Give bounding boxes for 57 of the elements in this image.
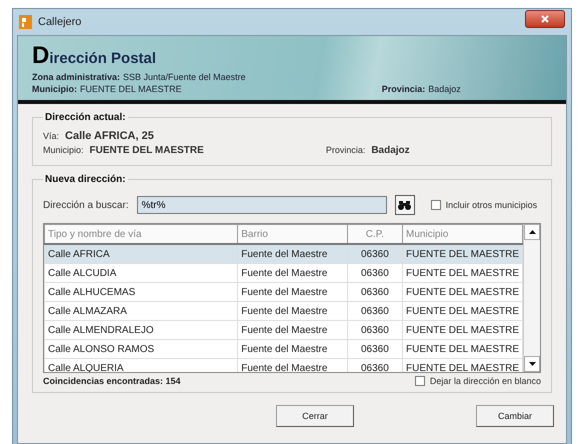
table-cell[interactable]: 06360: [347, 282, 403, 302]
dialog-button[interactable]: Cerrar: [276, 405, 354, 427]
table-cell[interactable]: FUENTE DEL MAESTRE: [402, 264, 522, 282]
table-cell[interactable]: FUENTE DEL MAESTRE: [402, 320, 522, 340]
table-cell[interactable]: Calle ALONSO RAMOS: [44, 340, 238, 358]
field-value: Badajoz: [428, 84, 461, 94]
dialog-button[interactable]: Cambiar: [476, 405, 554, 427]
table-cell[interactable]: FUENTE DEL MAESTRE: [402, 302, 522, 320]
field-label: Provincia:: [382, 84, 426, 94]
table-cell[interactable]: FUENTE DEL MAESTRE: [402, 340, 522, 358]
field-label: Municipio:: [32, 84, 77, 94]
table-cell[interactable]: 06360: [347, 244, 403, 264]
field-value: FUENTE DEL MAESTRE: [80, 84, 182, 94]
table-cell[interactable]: Fuente del Maestre: [238, 282, 348, 302]
table-cell[interactable]: FUENTE DEL MAESTRE: [402, 282, 522, 302]
table-cell[interactable]: Calle ALHUCEMAS: [44, 282, 238, 302]
checkbox[interactable]: [430, 200, 441, 210]
group-title: Nueva dirección:: [44, 174, 127, 185]
field-value: Badajoz: [371, 145, 410, 156]
window-title: Callejero: [38, 16, 82, 28]
close-button[interactable]: [525, 10, 565, 28]
scrollbar[interactable]: [523, 224, 540, 372]
scroll-down-icon[interactable]: [528, 362, 536, 366]
table-cell[interactable]: Fuente del Maestre: [238, 320, 348, 340]
checkbox-label: Dejar la dirección en blanco: [430, 376, 541, 386]
table-cell[interactable]: 06360: [347, 302, 403, 320]
binoculars-icon: [398, 200, 412, 210]
checkbox-label: Incluir otros municipios: [446, 200, 538, 210]
checkbox[interactable]: [414, 376, 425, 386]
table-cell[interactable]: Fuente del Maestre: [238, 340, 348, 358]
field-label: Municipio:: [43, 145, 84, 155]
search-button[interactable]: [394, 195, 415, 215]
field-label: Vía:: [43, 131, 60, 141]
field-value: Calle AFRICA, 25: [65, 130, 154, 142]
table-cell[interactable]: Calle AFRICA: [44, 244, 238, 264]
field-label: Provincia:: [326, 145, 366, 155]
scroll-up-icon[interactable]: [528, 230, 536, 234]
table-cell[interactable]: Fuente del Maestre: [238, 244, 348, 264]
table-cell[interactable]: FUENTE DEL MAESTRE: [402, 244, 522, 264]
dialog-title: Dirección Postal: [32, 42, 158, 70]
table-cell[interactable]: Calle ALCUDIA: [44, 264, 238, 282]
group-title: Dirección actual:: [44, 112, 127, 123]
table-cell[interactable]: 06360: [347, 340, 403, 358]
app-icon: [19, 15, 32, 29]
close-icon: [541, 15, 549, 23]
table-cell[interactable]: Calle ALMENDRALEJO: [44, 320, 238, 340]
search-field[interactable]: %tr%: [136, 196, 387, 214]
field-value: SSB Junta/Fuente del Maestre: [123, 72, 246, 82]
table-cell[interactable]: Fuente del Maestre: [238, 264, 348, 282]
field-label: Dirección a buscar:: [43, 200, 129, 210]
table-cell[interactable]: 06360: [347, 320, 403, 340]
table-cell[interactable]: 06360: [347, 264, 403, 282]
table-cell[interactable]: Calle ALMAZARA: [44, 302, 238, 320]
match-count: Coincidencias encontradas: 154: [43, 376, 181, 386]
field-label: Zona administrativa:: [32, 72, 120, 82]
field-value: FUENTE DEL MAESTRE: [90, 145, 204, 156]
table-cell[interactable]: Fuente del Maestre: [238, 302, 348, 320]
